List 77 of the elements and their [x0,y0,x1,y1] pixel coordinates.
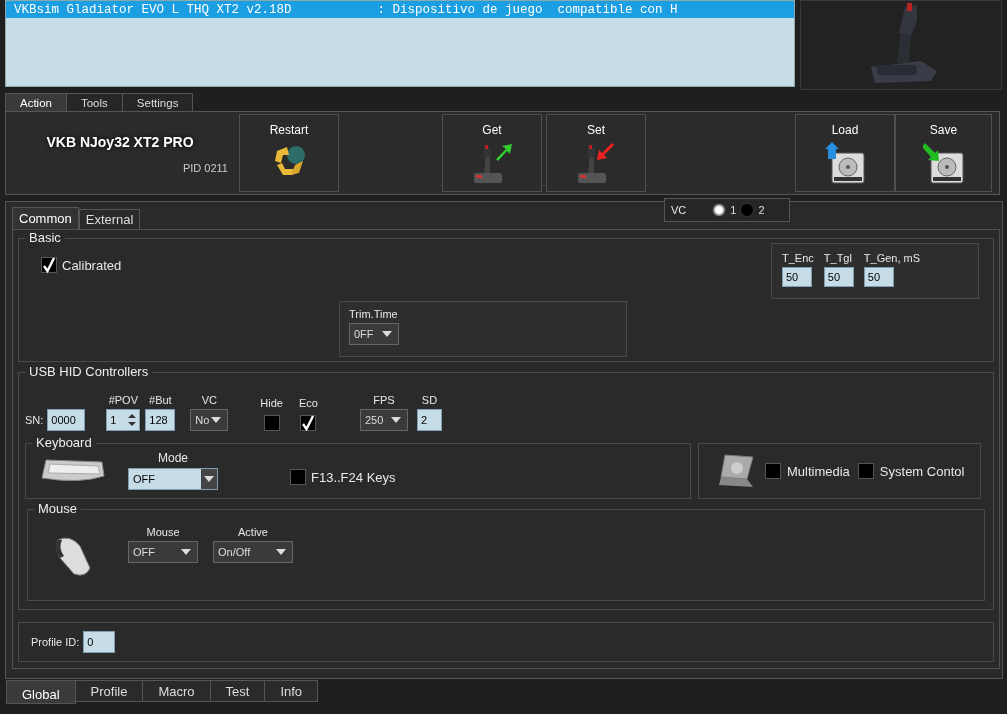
radio-icon[interactable] [712,203,727,217]
group-title: Basic [25,230,65,245]
tab[interactable]: Profile [74,680,144,702]
checkbox-label: Calibrated [62,257,122,273]
field-label: T_Tgl [823,252,853,264]
checkbox[interactable] [41,257,57,273]
group-title: Mouse [34,501,82,516]
input-field[interactable]: 0 [83,631,116,653]
action-button[interactable]: Set [546,114,646,192]
hard-drive-down-arrow-icon [922,141,965,185]
checkbox[interactable] [290,469,306,485]
radio-option[interactable]: 2 [740,203,765,217]
pid-label: PID 0211 [182,162,228,174]
input-field[interactable]: 50 [782,267,812,287]
checkbox-label: F13..F24 Keys [311,469,396,485]
checkbox[interactable] [300,415,317,431]
group-title: USB HID Controllers [25,364,153,379]
spin-field[interactable]: 1 [106,409,141,431]
dropdown-caret-icon [181,549,191,555]
group-title: Keyboard [32,435,96,450]
fps-dropdown[interactable]: 250 [359,409,408,431]
media-device-icon [717,453,757,489]
radio-icon[interactable] [740,203,755,217]
tab[interactable]: Test [209,680,266,702]
radio-option[interactable]: 1 [712,203,737,217]
tab[interactable]: Global [6,680,76,704]
action-button[interactable]: Load [795,114,895,192]
checkbox-label: Eco [298,397,318,409]
active-dropdown[interactable]: On/Off [213,541,293,563]
field-label: Active [238,526,268,538]
field-label: SD [421,394,438,406]
field-label: #POV [108,394,138,406]
trim-time-dropdown[interactable]: 0FF [349,323,399,345]
hard-drive-up-arrow-icon [824,141,866,185]
field-label: T_Gen, mS [863,252,921,264]
input-field[interactable]: 50 [823,267,854,287]
input-field[interactable]: 50 [863,267,894,287]
tab[interactable]: Tools [65,93,123,111]
field-label: Trim.Time [349,308,399,320]
dropdown-caret-icon [390,417,401,423]
checkbox-label: Hide [260,397,283,409]
dropdown-caret-icon [276,549,286,555]
field-label: Mode [158,451,188,465]
dropdown-caret-icon [204,476,214,482]
checkbox[interactable] [765,463,781,479]
field-label: VC [201,394,217,406]
tab[interactable]: Info [264,680,319,702]
mouse-dropdown[interactable]: OFF [128,541,198,563]
action-button[interactable]: Save [895,114,992,192]
dropdown-caret-icon [211,417,222,423]
checkbox-label: System Contol [879,463,965,479]
checkbox[interactable] [263,415,280,431]
field-label: T_Enc [782,252,814,264]
field-label: Mouse [146,526,180,538]
tab[interactable]: External [78,209,141,229]
tab[interactable]: Common [12,207,79,229]
checkbox[interactable] [857,463,874,479]
keyboard-icon [40,456,106,484]
field-label: FPS [373,394,395,406]
vc-label: VC [671,204,687,216]
input-field[interactable]: 0000 [47,409,86,431]
field-label: #But [149,394,172,406]
checkbox-label: Multimedia [787,463,850,479]
tab[interactable]: Action [5,93,67,111]
field-label: Profile ID: [31,636,80,648]
input-field[interactable]: 128 [145,409,176,431]
tab[interactable]: Macro [142,680,211,702]
spin-arrows-icon [128,413,137,427]
field-label: SN: [25,414,44,426]
action-button[interactable]: Restart [239,114,339,192]
vc-dropdown[interactable]: No [190,409,229,431]
tab[interactable]: Settings [121,93,194,111]
device-name: VKB NJoy32 XT2 PRO [45,134,195,150]
mode-dropdown[interactable]: OFF [128,468,218,490]
dropdown-caret-icon [382,331,392,337]
action-button[interactable]: Get [442,114,542,192]
input-field[interactable]: 2 [416,409,442,431]
